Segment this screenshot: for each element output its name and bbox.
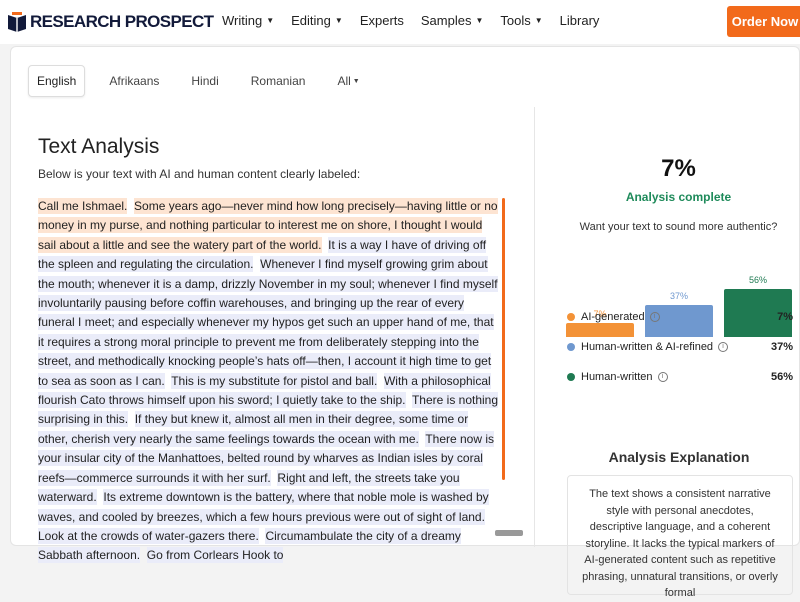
book-logo-icon xyxy=(8,12,26,32)
bar-label-1: 37% xyxy=(669,291,688,302)
breakdown-bar-chart: 7% 37% 56% xyxy=(566,267,796,337)
column-divider xyxy=(534,107,535,547)
top-navigation-bar: RESEARCH PROSPECT Writing ▼ Editing ▼ Expe… xyxy=(0,0,800,44)
authenticity-prompt: Want your text to sound more authentic? xyxy=(579,221,778,233)
bar-label-2: 56% xyxy=(748,275,767,285)
order-now-button[interactable]: Order Now xyxy=(727,6,800,37)
human-text-segment: Whenever I find myself growing grim abou… xyxy=(38,256,498,389)
chevron-down-icon: ▼ xyxy=(534,16,543,25)
legend-human-value: 56% xyxy=(770,371,793,383)
human-text-segment: Look at the crowds of water-gazers there… xyxy=(38,527,259,544)
analyzed-text[interactable]: Call me Ishmael. Some years ago—never mi… xyxy=(38,197,500,566)
chevron-down-icon: ▼ xyxy=(475,16,484,25)
nav-tools[interactable]: Tools ▼ xyxy=(500,13,542,28)
analysis-card: English Afrikaans Hindi Romanian All ▼ Te… xyxy=(10,46,800,599)
tab-romanian[interactable]: Romanian xyxy=(243,65,314,97)
language-tabs: English Afrikaans Hindi Romanian All ▼ xyxy=(28,65,384,97)
human-text-segment: Its extreme downtown is the battery, whe… xyxy=(38,489,489,525)
brand-logo[interactable]: RESEARCH PROSPECT xyxy=(6,10,214,34)
legend-ai-generated: AI-generated i 7% xyxy=(567,309,793,325)
tab-afrikaans[interactable]: Afrikaans xyxy=(101,65,167,97)
nav-editing[interactable]: Editing ▼ xyxy=(291,13,343,28)
ai-percent: 7% xyxy=(661,155,696,182)
legend-human-written: Human-written i 56% xyxy=(567,369,793,385)
logo-text: RESEARCH PROSPECT xyxy=(30,12,214,31)
tab-all[interactable]: All ▼ xyxy=(329,65,367,97)
chevron-down-icon: ▼ xyxy=(334,16,343,25)
legend-ai-dot xyxy=(567,313,575,321)
legend-human-dot xyxy=(567,373,575,381)
scrollbar-thumb[interactable] xyxy=(495,530,523,536)
legend-ai-value: 7% xyxy=(777,311,793,323)
human-text-segment: This is my substitute for pistol and bal… xyxy=(171,372,378,389)
nav-samples[interactable]: Samples ▼ xyxy=(421,13,484,28)
chevron-down-icon: ▼ xyxy=(352,77,360,85)
tab-hindi[interactable]: Hindi xyxy=(183,65,226,97)
main-nav: Writing ▼ Editing ▼ Experts Samples ▼ Tools… xyxy=(222,13,616,28)
legend-human-label: Human-written xyxy=(581,371,653,383)
nav-writing[interactable]: Writing ▼ xyxy=(222,13,274,28)
explanation-title: Analysis Explanation xyxy=(608,449,750,465)
nav-experts[interactable]: Experts xyxy=(360,13,404,28)
chevron-down-icon: ▼ xyxy=(266,16,275,25)
legend-refined-value: 37% xyxy=(770,341,793,353)
nav-experts-label: Experts xyxy=(359,13,404,28)
page-subtitle: Below is your text with AI and human con… xyxy=(38,167,361,181)
info-icon[interactable]: i xyxy=(657,372,668,382)
tab-english[interactable]: English xyxy=(28,65,86,97)
legend-ai-label: AI-generated xyxy=(581,311,645,323)
page-title: Text Analysis xyxy=(38,135,160,158)
nav-samples-label: Samples xyxy=(420,13,472,28)
legend-refined-dot xyxy=(567,343,575,351)
ai-text-segment: Call me Ishmael. xyxy=(38,198,128,214)
legend-refined-label: Human-written & AI-refined xyxy=(581,341,714,353)
nav-writing-label: Writing xyxy=(222,13,263,28)
human-text-segment: Go from Corlears Hook to xyxy=(146,547,284,564)
explanation-box: The text shows a consistent narrative st… xyxy=(567,475,793,599)
info-icon[interactable]: i xyxy=(649,312,660,322)
nav-library-label: Library xyxy=(559,13,600,28)
info-icon[interactable]: i xyxy=(718,342,729,352)
bar-0 xyxy=(566,323,634,337)
ai-section-indicator xyxy=(502,198,505,480)
nav-editing-label: Editing xyxy=(291,13,331,28)
legend-human-ai-refined: Human-written & AI-refined i 37% xyxy=(567,339,793,355)
tab-all-label: All xyxy=(337,74,351,88)
nav-tools-label: Tools xyxy=(500,13,531,28)
analysis-status: Analysis complete xyxy=(625,190,732,204)
nav-library[interactable]: Library xyxy=(560,13,600,28)
